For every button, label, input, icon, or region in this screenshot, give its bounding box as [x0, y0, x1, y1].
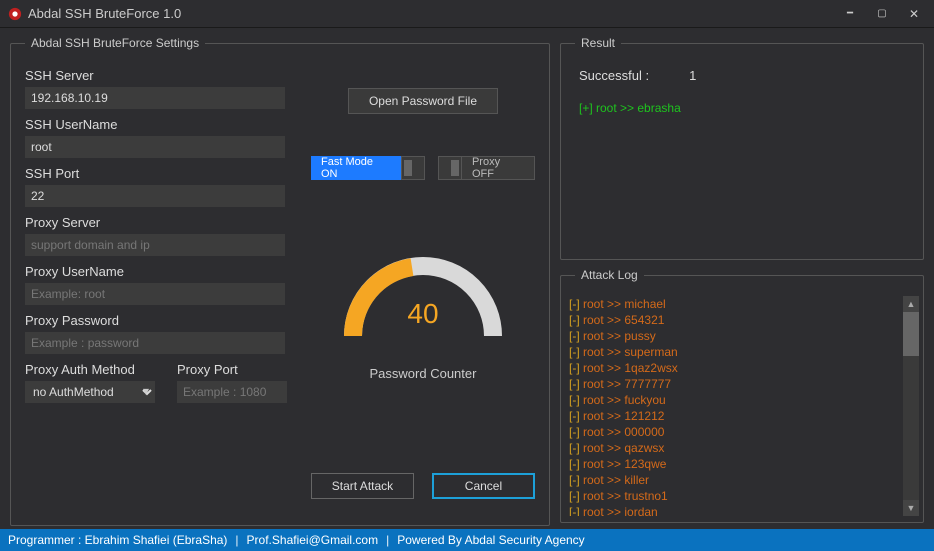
attack-log-line: [-] root >> 121212: [569, 408, 919, 424]
cancel-button[interactable]: Cancel: [432, 473, 535, 499]
attack-log-line: [-] root >> superman: [569, 344, 919, 360]
proxy-server-label: Proxy Server: [25, 215, 297, 230]
ssh-username-label: SSH UserName: [25, 117, 297, 132]
successful-label: Successful :: [579, 68, 649, 83]
minimize-button[interactable]: [834, 2, 866, 26]
attack-log-line: [-] root >> 7777777: [569, 376, 919, 392]
attack-log-panel: Attack Log [-] root >> michael[-] root >…: [560, 268, 924, 523]
log-scrollbar[interactable]: ▲ ▼: [903, 296, 919, 516]
proxy-port-label: Proxy Port: [177, 362, 297, 377]
settings-legend: Abdal SSH BruteForce Settings: [25, 36, 205, 50]
footer: Programmer : Ebrahim Shafiei (EbraSha) |…: [0, 529, 934, 551]
start-attack-button[interactable]: Start Attack: [311, 473, 414, 499]
password-counter-gauge: 40: [328, 236, 518, 356]
attack-log-line: [-] root >> killer: [569, 472, 919, 488]
result-entry: [+] root >> ebrasha: [579, 101, 905, 115]
fast-mode-toggle-label[interactable]: Fast Mode ON: [311, 156, 401, 180]
gauge-label: Password Counter: [370, 366, 477, 381]
attack-log-line: [-] root >> qazwsx: [569, 440, 919, 456]
ssh-username-input[interactable]: [25, 136, 285, 158]
settings-panel: Abdal SSH BruteForce Settings SSH Server…: [10, 36, 550, 526]
attack-log-list: [-] root >> michael[-] root >> 654321[-]…: [569, 296, 919, 516]
attack-log-line: [-] root >> pussy: [569, 328, 919, 344]
attack-log-legend: Attack Log: [575, 268, 644, 282]
close-button[interactable]: [898, 2, 930, 26]
footer-powered: Powered By Abdal Security Agency: [397, 533, 584, 547]
proxy-toggle-label[interactable]: Proxy OFF: [462, 156, 535, 180]
footer-programmer: Programmer : Ebrahim Shafiei (EbraSha): [8, 533, 227, 547]
attack-log-line: [-] root >> trustno1: [569, 488, 919, 504]
ssh-port-label: SSH Port: [25, 166, 297, 181]
attack-log-line: [-] root >> 1qaz2wsx: [569, 360, 919, 376]
gauge-value: 40: [328, 298, 518, 330]
result-legend: Result: [575, 36, 621, 50]
ssh-server-input[interactable]: [25, 87, 285, 109]
attack-log-line: [-] root >> fuckyou: [569, 392, 919, 408]
proxy-port-input[interactable]: [177, 381, 287, 403]
result-panel: Result Successful : 1 [+] root >> ebrash…: [560, 36, 924, 260]
proxy-username-label: Proxy UserName: [25, 264, 297, 279]
successful-count: 1: [689, 68, 696, 83]
attack-log-line: [-] root >> 654321: [569, 312, 919, 328]
proxy-username-input[interactable]: [25, 283, 285, 305]
proxy-password-label: Proxy Password: [25, 313, 297, 328]
proxy-server-input[interactable]: [25, 234, 285, 256]
ssh-port-input[interactable]: [25, 185, 285, 207]
proxy-toggle[interactable]: [438, 156, 462, 180]
scroll-thumb[interactable]: [903, 312, 919, 356]
proxy-auth-select[interactable]: no AuthMethod: [25, 381, 155, 403]
titlebar: Abdal SSH BruteForce 1.0: [0, 0, 934, 28]
fast-mode-toggle[interactable]: [401, 156, 425, 180]
open-password-file-button[interactable]: Open Password File: [348, 88, 498, 114]
app-icon: [8, 7, 22, 21]
attack-log-line: [-] root >> 123qwe: [569, 456, 919, 472]
attack-log-line: [-] root >> michael: [569, 296, 919, 312]
maximize-button[interactable]: [866, 2, 898, 26]
attack-log-line: [-] root >> jordan: [569, 504, 919, 516]
window-title: Abdal SSH BruteForce 1.0: [28, 6, 834, 21]
footer-email: Prof.Shafiei@Gmail.com: [247, 533, 379, 547]
ssh-server-label: SSH Server: [25, 68, 297, 83]
attack-log-line: [-] root >> 000000: [569, 424, 919, 440]
proxy-password-input[interactable]: [25, 332, 285, 354]
scroll-up-icon[interactable]: ▲: [903, 296, 919, 312]
proxy-auth-label: Proxy Auth Method: [25, 362, 155, 377]
scroll-down-icon[interactable]: ▼: [903, 500, 919, 516]
